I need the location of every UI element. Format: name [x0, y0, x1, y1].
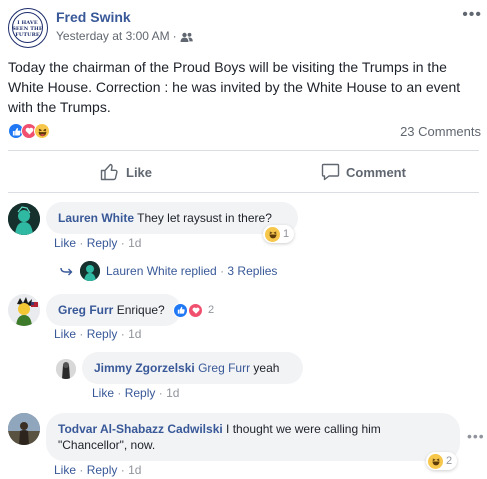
like-label: Like — [126, 164, 153, 180]
page-avatar[interactable]: I HAVE SEEN THE FUTURE — [8, 8, 48, 48]
avatar[interactable] — [8, 413, 40, 445]
comment-text: Enrique? — [116, 303, 165, 317]
replied-by-text: Lauren White replied — [106, 264, 217, 278]
comment-like-link[interactable]: Like — [92, 386, 114, 400]
comments-count[interactable]: 23 Comments — [400, 124, 481, 139]
avatar[interactable] — [56, 359, 76, 379]
comment-reactions[interactable]: 1 — [263, 225, 295, 243]
post-header: I HAVE SEEN THE FUTURE Fred Swink Yester… — [8, 7, 482, 48]
like-button[interactable]: Like — [100, 161, 152, 183]
more-horizontal-icon[interactable]: ••• — [462, 7, 482, 23]
comment-actions: Like · Reply · 1d — [54, 463, 142, 477]
comment-reply-link[interactable]: Reply — [87, 463, 118, 477]
divider — [8, 150, 479, 151]
comment-time[interactable]: 1d — [128, 236, 141, 250]
comment-text: They let raysust in there? — [137, 211, 272, 225]
avatar — [80, 261, 100, 281]
comment-time[interactable]: 1d — [128, 327, 141, 341]
reaction-count: 2 — [208, 304, 215, 316]
replies-count: 3 Replies — [227, 264, 278, 278]
friends-icon[interactable] — [180, 31, 193, 42]
comment-time[interactable]: 1d — [128, 463, 141, 477]
comment-reactions[interactable]: 2 — [171, 301, 219, 319]
comment-actions: Like · Reply · 1d — [92, 386, 180, 400]
comment-bubble: Greg Furr Enrique? — [46, 294, 181, 326]
post-timestamp[interactable]: Yesterday at 3:00 AM — [56, 29, 170, 43]
comment-time[interactable]: 1d — [166, 386, 179, 400]
reaction-count: 1 — [283, 228, 290, 240]
commenter-name[interactable]: Todvar Al-Shabazz Cadwilski — [58, 422, 223, 436]
post-text: Today the chairman of the Proud Boys wil… — [8, 59, 461, 115]
post-meta: Yesterday at 3:00 AM · — [56, 29, 193, 43]
comment-reactions[interactable]: 2 — [426, 452, 458, 470]
comment-button[interactable]: Comment — [321, 161, 406, 183]
comment-like-link[interactable]: Like — [54, 463, 76, 477]
comment-reply-link[interactable]: Reply — [87, 236, 118, 250]
commenter-name[interactable]: Jimmy Zgorzelski — [94, 361, 195, 375]
avatar[interactable] — [8, 294, 40, 326]
comment-text: yeah — [253, 361, 280, 375]
comment-label: Comment — [346, 164, 406, 180]
avatar[interactable] — [8, 203, 40, 235]
reply-arrow-icon — [60, 267, 73, 276]
love-reaction-icon — [188, 302, 203, 318]
comment-actions: Like · Reply · 1d — [54, 327, 142, 341]
meta-separator: · — [172, 29, 177, 43]
comment-reply-link[interactable]: Reply — [87, 327, 118, 341]
more-horizontal-icon[interactable]: ••• — [467, 428, 485, 444]
comment-like-link[interactable]: Like — [54, 327, 76, 341]
like-icon — [100, 163, 118, 181]
view-replies-link[interactable]: Lauren White replied · 3 Replies — [60, 261, 277, 281]
divider — [8, 192, 479, 193]
mention-link[interactable]: Greg Furr — [198, 361, 250, 375]
commenter-name[interactable]: Greg Furr — [58, 303, 113, 317]
comment-bubble: Lauren White They let raysust in there? — [46, 202, 298, 234]
commenter-name[interactable]: Lauren White — [58, 211, 134, 225]
comment-reply-link[interactable]: Reply — [125, 386, 156, 400]
reaction-count: 2 — [446, 455, 453, 467]
comment-bubble: Todvar Al-Shabazz Cadwilski I thought we… — [46, 413, 460, 461]
haha-reaction-icon — [265, 226, 280, 242]
post-author-name[interactable]: Fred Swink — [56, 9, 131, 25]
comment-like-link[interactable]: Like — [54, 236, 76, 250]
comment-bubble: Jimmy Zgorzelski Greg Furr yeah — [82, 352, 303, 384]
like-reaction-icon — [173, 302, 188, 318]
page-logo-text: I HAVE SEEN THE FUTURE — [12, 20, 43, 38]
reaction-summary[interactable] — [8, 123, 50, 139]
comment-actions: Like · Reply · 1d — [54, 236, 142, 250]
comment-icon — [321, 163, 340, 181]
haha-reaction-icon — [34, 123, 50, 139]
haha-reaction-icon — [428, 453, 443, 469]
